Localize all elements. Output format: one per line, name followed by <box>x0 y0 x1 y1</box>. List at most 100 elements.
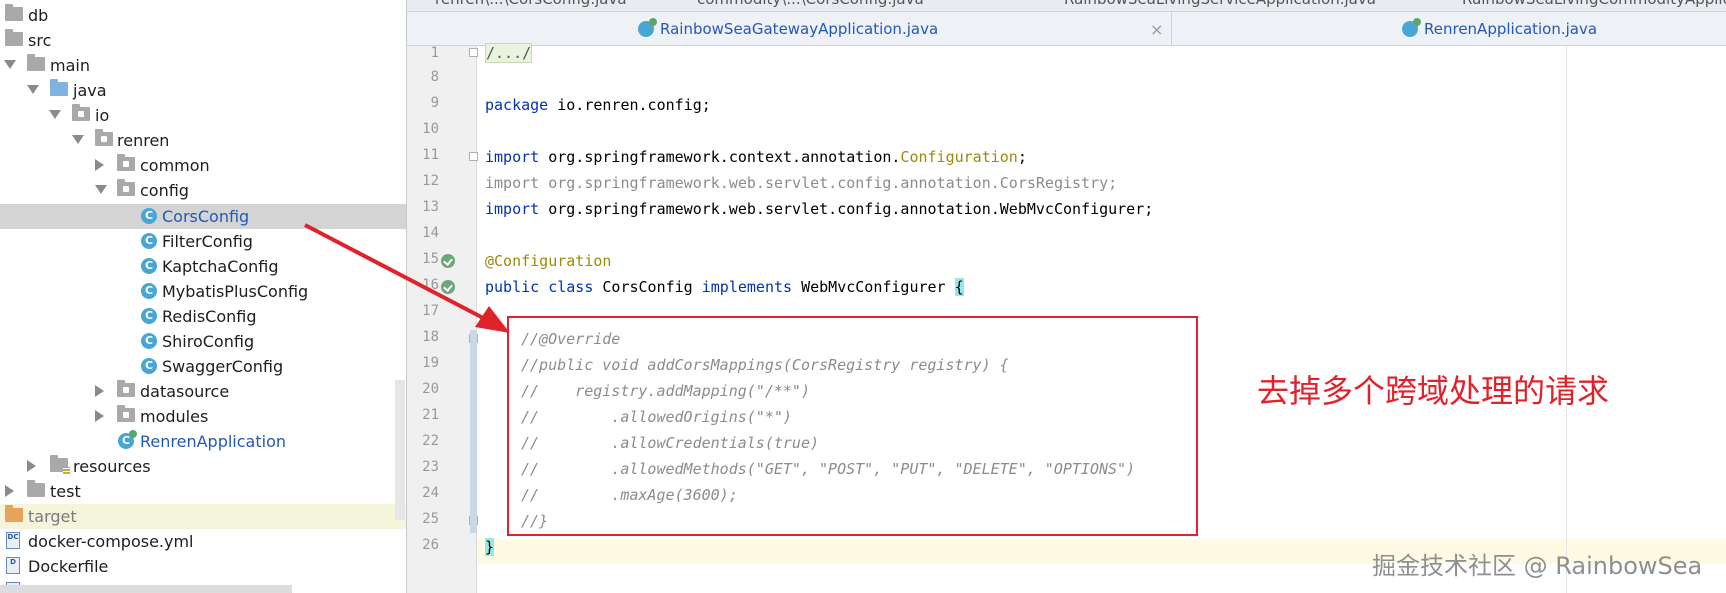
class-icon: C <box>141 333 157 349</box>
tree-item-datasource[interactable]: datasource <box>0 379 406 404</box>
tree-item-filterconfig[interactable]: C FilterConfig <box>0 229 406 254</box>
code-line-11: import org.springframework.context.annot… <box>485 148 1027 166</box>
tree-item-test[interactable]: test <box>0 479 406 504</box>
tree-item-swaggerconfig[interactable]: C SwaggerConfig <box>0 354 406 379</box>
tree-item-docker-compose[interactable]: DC docker-compose.yml <box>0 529 406 554</box>
annotation-type: Configuration <box>900 148 1018 166</box>
tree-item-label: target <box>28 507 77 526</box>
package-icon <box>117 179 135 196</box>
chevron-down-icon[interactable] <box>95 185 107 194</box>
folder-icon <box>27 480 45 497</box>
class-icon: C <box>141 308 157 324</box>
code-line-16: public class CorsConfig implements WebMv… <box>485 278 964 296</box>
close-icon[interactable]: × <box>1150 20 1163 39</box>
fold-toggle[interactable] <box>469 152 478 161</box>
tree-horizontal-scrollbar[interactable] <box>0 585 292 593</box>
tree-item-label: config <box>140 181 189 200</box>
chevron-right-icon[interactable] <box>95 159 104 171</box>
line-number: 16 <box>422 277 439 293</box>
tree-item-label: renren <box>117 131 170 150</box>
tree-item-modules[interactable]: modules <box>0 404 406 429</box>
tree-item-label: FilterConfig <box>162 232 253 251</box>
line-number: 11 <box>422 147 439 163</box>
tree-item-label: docker-compose.yml <box>28 532 194 551</box>
chevron-right-icon[interactable] <box>27 460 36 472</box>
spring-bean-gutter-icon[interactable] <box>441 280 455 294</box>
tree-item-label: modules <box>140 407 209 426</box>
folder-source-icon <box>50 79 68 96</box>
line-number: 26 <box>422 537 439 553</box>
tree-item-label: Dockerfile <box>28 557 109 576</box>
tree-item-renren[interactable]: renren <box>0 128 406 153</box>
tree-item-java[interactable]: java <box>0 78 406 103</box>
tree-scrollbar[interactable] <box>395 380 405 520</box>
keyword: import <box>485 148 540 166</box>
folder-icon <box>27 54 45 71</box>
code-line-1: /.../ <box>485 43 533 63</box>
chevron-down-icon[interactable] <box>4 60 16 69</box>
tree-item-io[interactable]: io <box>0 103 406 128</box>
line-number: 14 <box>422 225 439 241</box>
chevron-right-icon[interactable] <box>5 485 14 497</box>
code-line-9: package io.renren.config; <box>485 96 711 114</box>
tab-label: RainbowSeaGatewayApplication.java <box>660 20 939 38</box>
docker-file-icon: D <box>6 557 20 574</box>
fold-toggle[interactable] <box>469 48 478 57</box>
line-number: 20 <box>422 381 439 397</box>
chevron-right-icon[interactable] <box>95 410 104 422</box>
spring-app-class-icon <box>1402 18 1421 37</box>
tree-item-label: CorsConfig <box>162 207 250 226</box>
tree-item-corsconfig[interactable]: C CorsConfig <box>0 204 406 229</box>
chevron-down-icon[interactable] <box>49 110 61 119</box>
chevron-down-icon[interactable] <box>27 85 39 94</box>
folder-icon <box>5 4 23 21</box>
right-margin-guide <box>1566 46 1567 593</box>
interface-name: WebMvcConfigurer <box>792 278 955 296</box>
line-number: 17 <box>422 303 439 319</box>
tab-renren-corsconfig[interactable]: renren\...\CorsConfig.java <box>435 0 627 10</box>
tree-item-label: SwaggerConfig <box>162 357 284 376</box>
excluded-folder-icon <box>5 505 23 522</box>
editor-tab-row: RainbowSeaGatewayApplication.java × Renr… <box>407 12 1726 46</box>
tree-item-db[interactable]: db <box>0 3 406 28</box>
tree-item-config[interactable]: config <box>0 178 406 203</box>
line-number: 10 <box>422 121 439 137</box>
tab-living-service-application[interactable]: RainbowSeaLivingServiceApplication.java <box>1064 0 1376 10</box>
tab-renren-application[interactable]: RenrenApplication.java <box>1402 12 1662 46</box>
docker-file-icon: DC <box>6 532 20 549</box>
tab-separator <box>1171 12 1172 46</box>
tree-item-src[interactable]: src <box>0 28 406 53</box>
tree-item-resources[interactable]: resources <box>0 454 406 479</box>
class-name: CorsConfig <box>593 278 702 296</box>
tree-item-target[interactable]: target <box>0 504 406 529</box>
class-icon: C <box>141 233 157 249</box>
tree-item-kaptchaconfig[interactable]: C KaptchaConfig <box>0 254 406 279</box>
class-icon: C <box>141 208 157 224</box>
tab-living-commodity-application[interactable]: RainbowSeaLivingCommodityApplication.jav… <box>1462 0 1726 10</box>
spring-bean-gutter-icon[interactable] <box>441 254 455 268</box>
code-line-12: import org.springframework.web.servlet.c… <box>485 174 1118 192</box>
code-text: org.springframework.web.servlet.config.a… <box>539 200 1154 218</box>
folder-icon <box>5 29 23 46</box>
chevron-down-icon[interactable] <box>72 135 84 144</box>
tree-item-renrenapplication[interactable]: C RenrenApplication <box>0 429 406 454</box>
tree-item-label: KaptchaConfig <box>162 257 279 276</box>
fold-region-bar <box>470 330 477 533</box>
folded-imports[interactable]: /.../ <box>485 43 533 63</box>
editor-tab-row-top: renren\...\CorsConfig.java commodity\...… <box>407 0 1726 12</box>
resources-folder-icon <box>50 455 70 474</box>
line-number: 22 <box>422 433 439 449</box>
annotation-note: 去掉多个跨域处理的请求 <box>1257 372 1610 410</box>
tree-item-main[interactable]: main <box>0 53 406 78</box>
tree-item-redisconfig[interactable]: C RedisConfig <box>0 304 406 329</box>
tree-item-shiroconfig[interactable]: C ShiroConfig <box>0 329 406 354</box>
tree-item-label: resources <box>73 457 151 476</box>
tree-item-mybatisplusconfig[interactable]: C MybatisPlusConfig <box>0 279 406 304</box>
tree-item-dockerfile[interactable]: D Dockerfile <box>0 554 406 579</box>
tab-commodity-corsconfig[interactable]: commodity\...\CorsConfig.java <box>697 0 924 10</box>
package-icon <box>117 405 135 422</box>
chevron-right-icon[interactable] <box>95 385 104 397</box>
tab-gateway-application[interactable]: RainbowSeaGatewayApplication.java <box>638 12 958 46</box>
keyword: package <box>485 96 549 114</box>
tree-item-common[interactable]: common <box>0 153 406 178</box>
